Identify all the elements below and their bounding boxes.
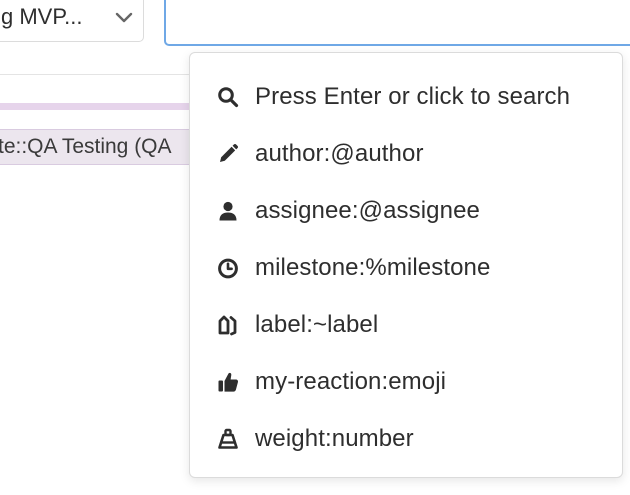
menu-item-label: author:@author — [255, 140, 424, 167]
menu-item-label: Press Enter or click to search — [255, 83, 571, 110]
clock-icon — [216, 256, 240, 280]
weight-icon — [216, 427, 240, 451]
menu-item-milestone[interactable]: milestone:%milestone — [190, 243, 622, 293]
menu-item-reaction[interactable]: my-reaction:emoji — [190, 357, 622, 407]
menu-item-label: milestone:%milestone — [255, 254, 491, 281]
menu-item-weight[interactable]: weight:number — [190, 414, 622, 464]
milestone-dropdown-value: g MVP... — [1, 4, 83, 29]
label-stripe — [0, 103, 200, 110]
milestone-dropdown[interactable]: g MVP... — [0, 0, 144, 42]
menu-item-label: weight:number — [255, 425, 414, 452]
menu-item-label: my-reaction:emoji — [255, 368, 447, 395]
menu-item-author[interactable]: author:@author — [190, 129, 622, 179]
thumbs-up-icon — [216, 370, 240, 394]
scoped-label[interactable]: te::QA Testing (QA — [0, 129, 200, 165]
user-icon — [216, 199, 240, 223]
pencil-icon — [216, 142, 240, 166]
search-input[interactable] — [176, 6, 620, 36]
menu-item-search[interactable]: Press Enter or click to search — [190, 72, 622, 122]
search-icon — [216, 85, 240, 109]
search-suggestions-dropdown: Press Enter or click to search author:@a… — [189, 52, 623, 478]
search-box[interactable] — [164, 0, 630, 46]
scoped-label-text: te::QA Testing (QA — [0, 135, 172, 158]
chevron-down-icon — [114, 11, 134, 25]
menu-item-assignee[interactable]: assignee:@assignee — [190, 186, 622, 236]
menu-item-label: label:~label — [255, 311, 379, 338]
menu-item-label: assignee:@assignee — [255, 197, 480, 224]
menu-item-label-filter[interactable]: label:~label — [190, 300, 622, 350]
labels-icon — [216, 313, 240, 337]
